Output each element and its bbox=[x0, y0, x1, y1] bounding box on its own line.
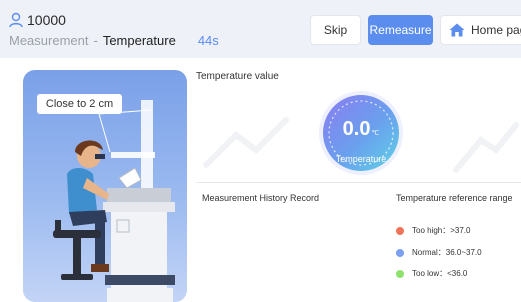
measurement-illustration: Close to 2 cm bbox=[23, 70, 187, 302]
user-id: 10000 bbox=[27, 12, 66, 28]
normal-label: Normal：36.0~37.0 bbox=[412, 248, 482, 257]
normal-dot bbox=[396, 248, 404, 257]
breadcrumb-separator: - bbox=[93, 33, 98, 48]
reference-range-title: Temperature reference range bbox=[396, 193, 513, 203]
reference-item-normal: Normal：36.0~37.0 bbox=[396, 247, 482, 258]
home-icon bbox=[449, 23, 465, 37]
home-page-label: Home page bbox=[471, 23, 521, 37]
breadcrumb-parent: Measurement bbox=[9, 33, 89, 48]
temperature-value: 0.0 bbox=[342, 118, 371, 140]
user-info: 10000 bbox=[9, 11, 66, 29]
distance-tip: Close to 2 cm bbox=[37, 94, 122, 114]
section-divider bbox=[196, 182, 521, 183]
remeasure-button[interactable]: Remeasure bbox=[368, 15, 433, 45]
section-title: Temperature value bbox=[196, 71, 279, 82]
countdown-timer: 44s bbox=[197, 33, 219, 48]
gauge-label: Temperature bbox=[335, 154, 387, 164]
temperature-value-display: 0.0℃ bbox=[318, 118, 404, 141]
user-icon bbox=[9, 12, 23, 28]
header-bar: 10000 Measurement - Temperature 44s Skip… bbox=[0, 0, 521, 58]
too-high-label: Too high：>37.0 bbox=[412, 226, 471, 235]
history-title: Measurement History Record bbox=[202, 193, 320, 203]
breadcrumb-current: Temperature bbox=[102, 33, 176, 48]
skip-button[interactable]: Skip bbox=[310, 15, 361, 45]
breadcrumb: Measurement - Temperature 44s bbox=[9, 33, 219, 48]
temperature-gauge: 0.0℃ Temperature bbox=[318, 90, 404, 176]
reference-item-too-high: Too high：>37.0 bbox=[396, 225, 471, 236]
too-low-dot bbox=[396, 269, 404, 278]
home-page-button[interactable]: Home page bbox=[440, 15, 521, 45]
too-low-label: Too low：<36.0 bbox=[412, 269, 468, 278]
too-high-dot bbox=[396, 226, 404, 235]
reference-item-too-low: Too low：<36.0 bbox=[396, 268, 467, 279]
temperature-unit: ℃ bbox=[371, 130, 380, 137]
